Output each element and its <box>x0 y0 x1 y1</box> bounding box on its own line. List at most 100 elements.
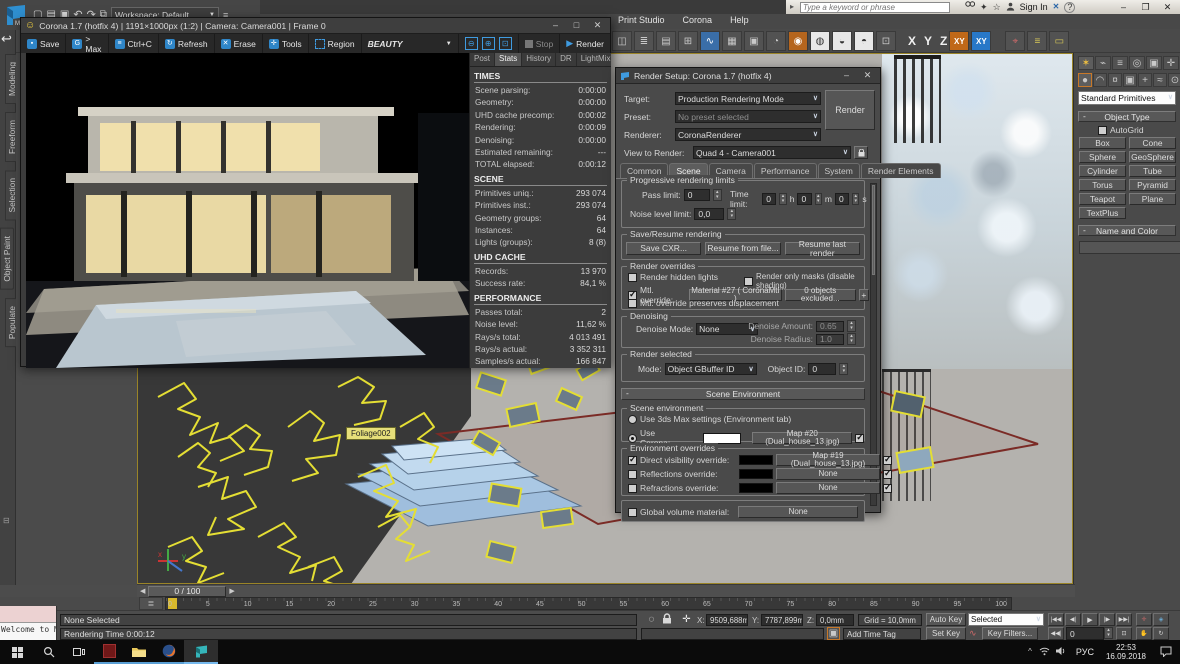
taskbar-file-explorer[interactable] <box>124 640 154 664</box>
tab-dr[interactable]: DR <box>556 53 577 66</box>
refractions-checkbox[interactable] <box>628 484 637 493</box>
sign-in-link[interactable]: Sign In <box>1020 2 1048 12</box>
object-type-button[interactable]: Pyramid <box>1129 179 1176 191</box>
direct-visibility-checkbox[interactable] <box>628 456 637 465</box>
coordinate-display-toggle-icon[interactable]: ✛ <box>680 613 693 626</box>
zoom-in-icon[interactable]: ⊕ <box>482 37 495 50</box>
network-icon[interactable] <box>1036 646 1053 658</box>
tray-overflow-icon[interactable]: ^ <box>1024 648 1036 656</box>
object-type-button[interactable]: Tube <box>1129 165 1176 177</box>
time-slider-handle[interactable]: 0 / 100 <box>148 586 226 597</box>
tab-history[interactable]: History <box>522 53 556 66</box>
macro-recorder-pane[interactable] <box>0 606 56 623</box>
search-input[interactable] <box>800 2 950 13</box>
reflections-swatch[interactable] <box>739 469 773 479</box>
tab-render-elements[interactable]: Render Elements <box>861 163 941 178</box>
spinner[interactable] <box>727 208 736 220</box>
frame-spinner[interactable] <box>1104 627 1113 639</box>
object-type-rollout[interactable]: - Object Type <box>1078 111 1176 122</box>
add-time-tag-field[interactable]: Add Time Tag <box>843 628 921 640</box>
exchange-icon[interactable]: ✦ <box>980 3 988 12</box>
hierarchy-tab-icon[interactable]: ≡ <box>1112 56 1128 70</box>
curve-editor-icon[interactable]: ∿ <box>700 31 720 51</box>
save-resume-button[interactable]: Resume last render <box>785 242 860 255</box>
reflections-checkbox[interactable] <box>628 470 637 479</box>
notification-center-icon[interactable] <box>1152 646 1180 659</box>
favorites-star-icon[interactable]: ☆ <box>993 3 1001 12</box>
task-view-button[interactable] <box>64 648 94 656</box>
material-editor-icon[interactable]: ◉ <box>788 31 808 51</box>
menu-help[interactable]: Help <box>730 15 749 25</box>
utilities-tab-icon[interactable]: ✛ <box>1163 56 1179 70</box>
systems-icon[interactable]: ⊙ <box>1168 73 1180 87</box>
axis-plane-button-active[interactable]: XY <box>949 31 969 51</box>
lights-icon[interactable]: ¤ <box>1108 73 1122 87</box>
preserve-displacement-checkbox[interactable] <box>628 299 637 308</box>
next-frame-button[interactable]: |▶ <box>1099 613 1115 626</box>
spinner[interactable] <box>852 193 859 205</box>
pass-limit-field[interactable]: 0 <box>684 189 710 201</box>
rendered-frame-icon[interactable]: ⊡ <box>876 31 896 51</box>
direct-visibility-swatch[interactable] <box>739 455 773 465</box>
layer-manager-icon[interactable]: ▤ <box>656 31 676 51</box>
y-coordinate-field[interactable]: 7787,899m <box>761 614 803 626</box>
object-name-input[interactable] <box>1079 241 1180 254</box>
geometry-icon[interactable]: ● <box>1078 73 1092 87</box>
time-m-field[interactable]: 0 <box>797 193 811 205</box>
vfb-close-icon[interactable]: ✕ <box>589 21 606 30</box>
vfb-erase-button[interactable]: ✕Erase <box>215 34 263 53</box>
display-tab-icon[interactable]: ▣ <box>1146 56 1162 70</box>
spinner[interactable] <box>713 189 722 201</box>
tab-lightmix[interactable]: LightMix <box>577 53 611 66</box>
help-icon[interactable]: ? <box>1064 2 1075 13</box>
z-coordinate-field[interactable]: 0,0mm <box>816 614 854 626</box>
taskbar-app-compass[interactable] <box>94 640 124 664</box>
current-frame-field[interactable]: 0 <box>1066 627 1104 640</box>
tab-performance[interactable]: Performance <box>754 163 817 178</box>
time-h-field[interactable]: 0 <box>762 193 776 205</box>
go-to-start-button[interactable]: |◀◀ <box>1048 613 1064 626</box>
listener-pane[interactable]: Welcome to M <box>0 623 56 641</box>
tab-system[interactable]: System <box>818 163 860 178</box>
ruler-icon[interactable]: ≡ <box>1027 31 1047 51</box>
menu-print-studio[interactable]: Print Studio <box>618 15 665 25</box>
vfb-canvas[interactable] <box>26 53 469 368</box>
environment-map-checkbox[interactable] <box>855 434 864 443</box>
preset-dropdown[interactable]: No preset selected <box>675 110 821 123</box>
render-selected-mode-dropdown[interactable]: Object GBuffer ID <box>665 363 757 375</box>
x-coordinate-field[interactable]: 9509,688m <box>706 614 748 626</box>
a360-icon[interactable]: ✕ <box>1053 3 1060 11</box>
orbit-view-icon[interactable]: ↻ <box>1153 627 1169 640</box>
reflections-map-button[interactable]: None <box>776 468 880 480</box>
previous-frame-button[interactable]: ◀| <box>1065 613 1081 626</box>
globe-icon[interactable]: ◔ <box>766 31 786 51</box>
taskbar-3dsmax-active[interactable] <box>184 640 218 664</box>
refractions-swatch[interactable] <box>739 483 773 493</box>
key-mode-dropdown[interactable]: Selected <box>968 613 1044 626</box>
modify-tab-icon[interactable]: ⌁ <box>1095 56 1111 70</box>
name-color-rollout[interactable]: - Name and Color <box>1078 225 1176 236</box>
vfb-pass-selector[interactable]: BEAUTY▼ <box>362 34 459 53</box>
selection-lock-icon[interactable] <box>662 613 672 626</box>
vfb-tools-button[interactable]: ✛Tools <box>263 34 309 53</box>
cameras-icon[interactable]: ▣ <box>1123 73 1137 87</box>
axis-constraint-button[interactable]: X <box>908 34 916 48</box>
scene-environment-rollout[interactable]: - Scene Environment <box>621 388 865 400</box>
add-exclude-button[interactable]: + <box>859 289 869 301</box>
scrollbar-thumb[interactable] <box>872 185 875 275</box>
set-keys-curve-icon[interactable]: ∿ <box>969 629 977 638</box>
axis-constraint-button[interactable]: Z <box>940 34 947 48</box>
refractions-map-checkbox[interactable] <box>883 484 892 493</box>
object-id-field[interactable]: 0 <box>808 363 836 375</box>
zoom-fit-icon[interactable]: ⊡ <box>499 37 512 50</box>
object-type-button[interactable]: GeoSphere <box>1129 151 1176 163</box>
vfb-render-button[interactable]: ▶Render <box>560 34 610 53</box>
vfb-refresh-button[interactable]: ↻Refresh <box>159 34 215 53</box>
ribbon-pin-icon[interactable]: ⊟ <box>3 517 10 525</box>
hidden-lights-checkbox[interactable] <box>628 273 637 282</box>
spinner[interactable] <box>839 363 848 375</box>
noise-limit-field[interactable]: 0,0 <box>694 208 724 220</box>
maxscript-mini-listener[interactable]: Welcome to M <box>0 606 57 641</box>
spinner[interactable] <box>847 333 856 345</box>
restore-window-icon[interactable]: ❐ <box>1137 3 1154 12</box>
